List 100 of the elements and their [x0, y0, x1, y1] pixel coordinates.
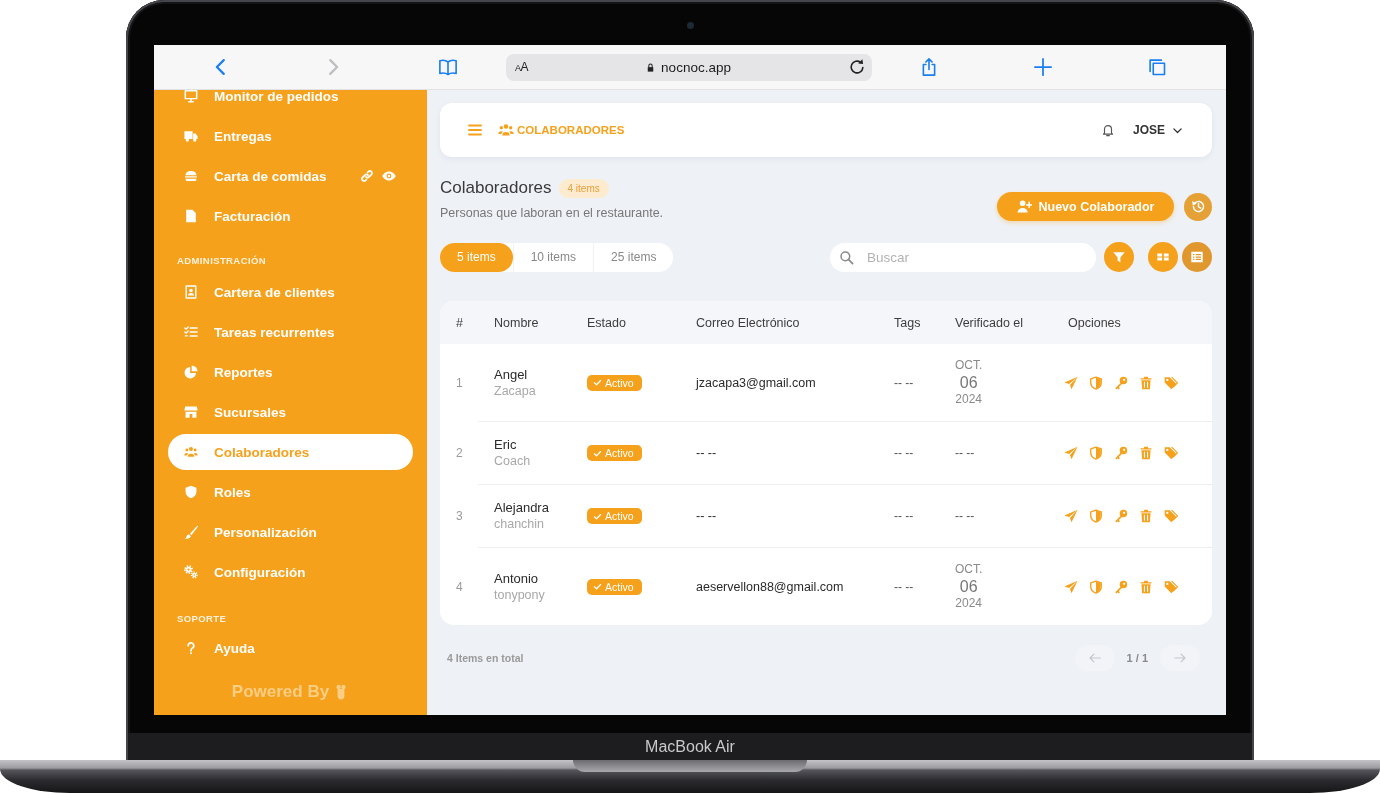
column-header: Estado: [586, 315, 627, 330]
trash-icon[interactable]: [1139, 375, 1153, 390]
key-icon[interactable]: [1114, 509, 1128, 523]
address-bar[interactable]: AA nocnoc.app: [506, 53, 872, 81]
tags-icon[interactable]: [1164, 375, 1178, 390]
history-icon: [1190, 199, 1206, 214]
reload-button[interactable]: [848, 58, 866, 76]
verified-day: 06: [959, 373, 978, 392]
eye-icon[interactable]: [382, 169, 396, 183]
users-icon: [184, 445, 198, 459]
collaborator-username: chanchin: [494, 516, 545, 533]
tags-text: -- --: [894, 446, 914, 460]
search-field[interactable]: Buscar: [830, 242, 1096, 272]
trash-icon[interactable]: [1139, 446, 1153, 460]
grid-view-button[interactable]: [1148, 242, 1178, 272]
tags-icon[interactable]: [1164, 446, 1178, 460]
collaborator-name: Antonio: [494, 569, 539, 587]
tags-icon[interactable]: [1164, 579, 1178, 594]
key-icon[interactable]: [1114, 579, 1128, 594]
verified-month: OCT.: [955, 562, 983, 577]
tags-icon[interactable]: [1164, 509, 1178, 523]
new-tab-button[interactable]: [1033, 57, 1053, 77]
key-icon[interactable]: [1114, 446, 1128, 460]
user-menu-button[interactable]: JOSE: [1133, 123, 1184, 137]
status-label: Activo: [605, 376, 634, 389]
link-icon[interactable]: [360, 169, 374, 183]
shield-icon[interactable]: [1089, 446, 1103, 460]
sidebar-section-heading: ADMINISTRACIÓN: [176, 254, 267, 268]
users-icon: [498, 122, 514, 138]
key-icon[interactable]: [1114, 375, 1128, 390]
sidebar-item[interactable]: Reportes: [168, 354, 413, 390]
column-header: Tags: [893, 315, 922, 330]
email-text: aeservellon88@gmail.com: [696, 579, 844, 594]
list-view-icon: [1190, 250, 1204, 264]
new-collaborator-button[interactable]: Nuevo Colaborador: [997, 192, 1174, 221]
column-header: #: [455, 315, 464, 330]
plus-icon: [1033, 57, 1053, 77]
arrow-right-icon: [1173, 651, 1187, 665]
paper-plane-icon[interactable]: [1064, 446, 1078, 460]
row-number: 4: [456, 579, 463, 594]
trash-icon[interactable]: [1139, 509, 1153, 523]
tags-text: -- --: [894, 509, 914, 523]
bookmarks-button[interactable]: [438, 57, 458, 77]
paper-plane-icon[interactable]: [1064, 375, 1078, 390]
sidebar-item[interactable]: Colaboradores: [168, 434, 413, 470]
tabs-button[interactable]: [1147, 57, 1167, 77]
sidebar-item[interactable]: Sucursales: [168, 394, 413, 430]
status-label: Activo: [605, 447, 634, 459]
list-view-button[interactable]: [1182, 242, 1212, 272]
device-label: MacBook Air: [645, 737, 735, 756]
contact-card-icon: [184, 285, 198, 299]
verified-year: 2024: [955, 392, 982, 407]
sidebar-item[interactable]: Entregas: [168, 118, 413, 154]
check-icon: [593, 378, 602, 387]
sidebar-item[interactable]: Tareas recurrentes: [168, 314, 413, 350]
shield-icon[interactable]: [1089, 509, 1103, 523]
collaborator-username: Coach: [494, 453, 531, 470]
paper-plane-icon[interactable]: [1064, 579, 1078, 594]
section-title: COLABORADORES: [517, 124, 625, 136]
sidebar-item[interactable]: Monitor de pedidos: [168, 90, 413, 114]
user-plus-icon: [1016, 199, 1032, 214]
sidebar-item[interactable]: Facturación: [168, 198, 413, 234]
email-text: -- --: [696, 446, 717, 460]
help-icon: [184, 641, 198, 655]
verified-day: 06: [959, 577, 978, 596]
page-size-option[interactable]: 10 items: [512, 242, 594, 272]
page-size-option[interactable]: 5 items: [440, 242, 513, 272]
arrow-left-icon: [1087, 651, 1102, 665]
paper-plane-icon[interactable]: [1064, 509, 1078, 523]
text-size-button[interactable]: AA: [515, 60, 529, 74]
checklist-icon: [184, 325, 198, 339]
document-icon: [184, 209, 198, 223]
status-label: Activo: [605, 580, 634, 593]
shield-icon[interactable]: [1089, 375, 1103, 390]
collaborator-name: Angel: [494, 365, 528, 383]
reload-icon: [848, 58, 866, 76]
sidebar-item[interactable]: Ayuda: [168, 630, 413, 666]
tabs-icon: [1147, 57, 1167, 77]
history-button[interactable]: [1184, 192, 1212, 221]
menu-button[interactable]: [467, 122, 483, 138]
page-size-option[interactable]: 25 items: [593, 242, 674, 272]
filter-button[interactable]: [1104, 242, 1134, 272]
sidebar-item[interactable]: Cartera de clientes: [168, 274, 413, 310]
powered-by-text: Powered By: [231, 682, 330, 702]
sidebar-item[interactable]: Roles: [168, 474, 413, 510]
email-text: -- --: [696, 509, 717, 523]
trash-icon[interactable]: [1139, 579, 1153, 594]
sidebar-item[interactable]: Carta de comidas: [168, 158, 360, 194]
verified-empty-text: -- --: [955, 446, 975, 460]
sidebar-item[interactable]: Personalización: [168, 514, 413, 550]
row-number: 2: [456, 446, 463, 460]
burger-icon: [184, 169, 198, 183]
verified-empty-text: -- --: [955, 509, 975, 523]
page-title: Colaboradores: [440, 178, 552, 198]
sidebar-item[interactable]: Configuración: [168, 554, 413, 590]
verified-year: 2024: [955, 596, 982, 611]
check-icon: [593, 582, 602, 591]
url-text: nocnoc.app: [661, 59, 731, 75]
shield-icon[interactable]: [1089, 579, 1103, 594]
notifications-button[interactable]: [1101, 123, 1115, 137]
